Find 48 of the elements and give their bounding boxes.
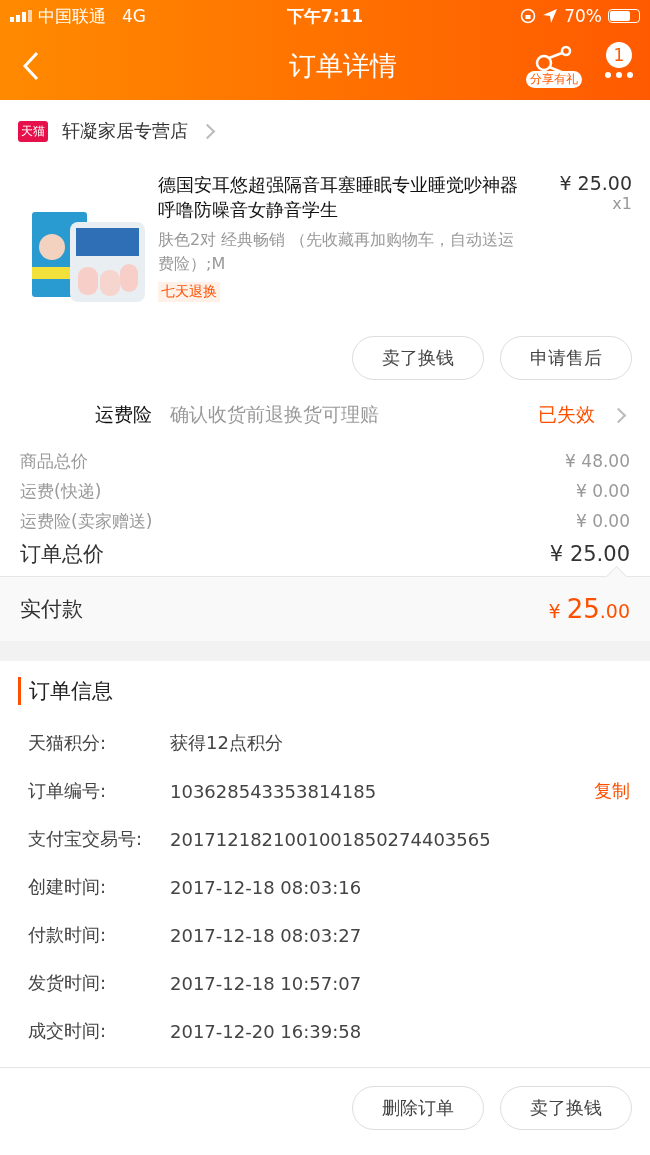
back-icon[interactable] bbox=[22, 51, 40, 81]
info-label: 订单编号: bbox=[28, 779, 108, 803]
product-title[interactable]: 德国安耳悠超强隔音耳塞睡眠专业睡觉吵神器呼噜防噪音女静音学生 bbox=[158, 172, 530, 222]
total-value: ¥ 25.00 bbox=[549, 542, 630, 566]
sell-button[interactable]: 卖了换钱 bbox=[352, 336, 484, 380]
after-sales-button[interactable]: 申请售后 bbox=[500, 336, 632, 380]
battery-percent: 70% bbox=[564, 6, 602, 26]
info-value: 2017121821001001850274403565 bbox=[170, 828, 492, 850]
page-title: 订单详情 bbox=[288, 49, 398, 83]
info-value: 2017-12-18 08:03:27 bbox=[170, 924, 363, 946]
cost-value: ¥ 0.00 bbox=[575, 481, 630, 501]
more-icon[interactable] bbox=[604, 70, 634, 79]
network-type: 4G bbox=[122, 6, 146, 26]
info-label: 付款时间: bbox=[28, 923, 108, 947]
info-label: 支付宝交易号: bbox=[28, 827, 144, 851]
total-label: 订单总价 bbox=[20, 541, 104, 568]
delete-order-button[interactable]: 删除订单 bbox=[352, 1086, 484, 1130]
sell-button[interactable]: 卖了换钱 bbox=[500, 1086, 632, 1130]
cost-value: ¥ 48.00 bbox=[565, 451, 630, 471]
info-value: 2017-12-20 16:39:58 bbox=[170, 1020, 363, 1042]
info-label: 发货时间: bbox=[28, 971, 108, 995]
insurance-row[interactable]: 运费险 确认收货前退换货可理赔 已失效 bbox=[0, 384, 650, 446]
info-value: 2017-12-18 08:03:16 bbox=[170, 876, 363, 898]
battery-icon bbox=[608, 9, 640, 23]
rotation-lock-icon bbox=[520, 8, 537, 24]
product-quantity: x1 bbox=[612, 194, 632, 213]
status-time: 下午7:11 bbox=[286, 4, 364, 28]
section-title: 订单信息 bbox=[18, 677, 630, 705]
info-label: 创建时间: bbox=[28, 875, 108, 899]
product-sku: 肤色2对 经典畅销 （先收藏再加购物车，自动送运费险）;M bbox=[158, 229, 516, 275]
signal-icon bbox=[10, 10, 32, 22]
cost-label: 商品总价 bbox=[20, 449, 88, 473]
info-value: 103628543353814185 bbox=[170, 780, 378, 802]
paid-label: 实付款 bbox=[20, 596, 83, 623]
return-policy-tag: 七天退换 bbox=[158, 282, 220, 302]
product-price: ¥ 25.00 bbox=[559, 172, 632, 194]
paid-amount: ¥ 25.00 bbox=[548, 594, 630, 624]
cost-label: 运费(快递) bbox=[20, 479, 102, 503]
carrier-name: 中国联通 bbox=[38, 4, 106, 28]
info-label: 天猫积分: bbox=[28, 731, 108, 755]
cost-label: 运费险(卖家赠送) bbox=[20, 509, 153, 533]
info-label: 成交时间: bbox=[28, 1019, 108, 1043]
cost-value: ¥ 0.00 bbox=[575, 511, 630, 531]
shop-link[interactable]: 天猫 轩凝家居专营店 bbox=[0, 100, 650, 162]
location-icon bbox=[542, 8, 559, 24]
info-value: 2017-12-18 10:57:07 bbox=[170, 972, 363, 994]
notification-badge: 1 bbox=[606, 41, 632, 68]
info-value: 获得12点积分 bbox=[170, 731, 284, 755]
